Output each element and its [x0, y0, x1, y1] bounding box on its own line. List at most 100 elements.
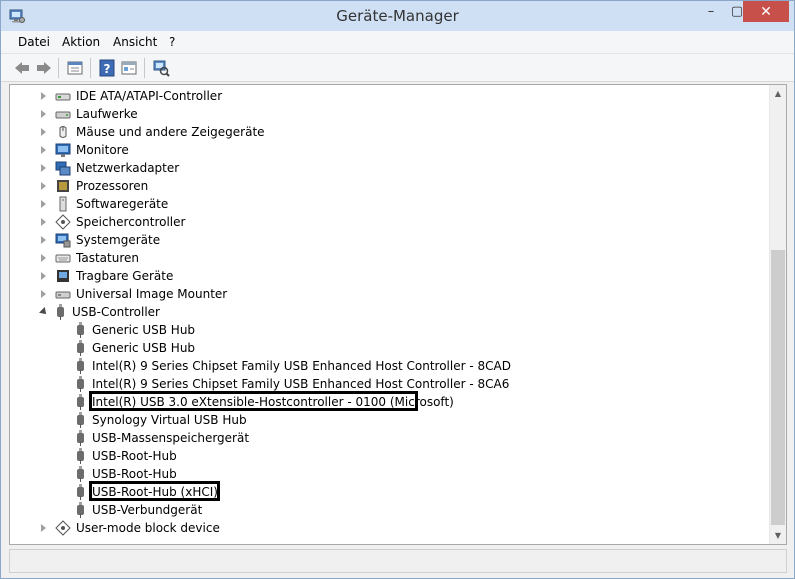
network-adapter-icon: [55, 161, 71, 176]
tree-category-label: Tragbare Geräte: [76, 269, 174, 283]
tree-category-label: Monitore: [76, 143, 129, 157]
expand-arrow-icon[interactable]: [39, 271, 49, 281]
usb-device-icon: [75, 340, 86, 356]
expand-arrow-icon[interactable]: [39, 163, 49, 173]
tree-category-label: IDE ATA/ATAPI-Controller: [76, 89, 223, 103]
tree-category-label: Systemgeräte: [76, 233, 161, 247]
expand-arrow-icon[interactable]: [39, 235, 49, 245]
usb-device-item[interactable]: USB-Root-Hub: [75, 447, 177, 465]
usb-device-label: Generic USB Hub: [92, 341, 196, 355]
usb-device-icon: [75, 358, 86, 374]
block-device-icon: [55, 520, 71, 536]
tree-category-label: Laufwerke: [76, 107, 138, 121]
tree-category-systemgeraete[interactable]: Systemgeräte: [39, 231, 160, 249]
disk-drive-icon: [55, 111, 71, 119]
back-icon[interactable]: [13, 59, 31, 77]
tree-category-label: Tastaturen: [76, 251, 139, 265]
tree-category-block-device[interactable]: User-mode block device: [39, 519, 220, 537]
usb-device-label: Intel(R) 9 Series Chipset Family USB Enh…: [92, 359, 511, 373]
tree-category-laufwerke[interactable]: Laufwerke: [39, 105, 138, 123]
usb-device-icon: [75, 484, 86, 500]
usb-device-item[interactable]: Synology Virtual USB Hub: [75, 411, 247, 429]
vertical-scrollbar[interactable]: ▲ ▼: [769, 85, 786, 544]
svg-text:?: ?: [104, 62, 111, 76]
usb-device-item[interactable]: Generic USB Hub: [75, 321, 195, 339]
tree-category-label: Universal Image Mounter: [76, 287, 228, 301]
tree-category-label: User-mode block device: [76, 521, 220, 535]
usb-device-icon: [75, 394, 86, 410]
usb-device-item[interactable]: USB-Massenspeichergerät: [75, 429, 249, 447]
menu-bar: Datei Aktion Ansicht ?: [1, 31, 794, 54]
menu-help[interactable]: ?: [169, 35, 175, 49]
scan-hardware-icon[interactable]: [152, 59, 170, 77]
usb-device-icon: [75, 466, 86, 482]
help-icon[interactable]: ?: [98, 59, 116, 77]
close-button[interactable]: ✕: [743, 1, 789, 22]
highlight-box-xhci-hub: [89, 481, 220, 501]
usb-device-label: Synology Virtual USB Hub: [92, 413, 247, 427]
scroll-up-arrow-icon[interactable]: ▲: [770, 85, 786, 102]
usb-device-icon: [75, 502, 86, 518]
processor-icon: [57, 180, 69, 192]
mouse-icon: [59, 126, 67, 138]
scroll-thumb[interactable]: [771, 250, 785, 525]
title-bar[interactable]: Geräte-Manager – ▢ ✕: [1, 1, 794, 31]
tree-category-tastaturen[interactable]: Tastaturen: [39, 249, 139, 267]
portable-device-icon: [57, 270, 69, 282]
toolbar: ?: [1, 54, 794, 82]
forward-icon[interactable]: [35, 59, 53, 77]
usb-device-label: USB-Root-Hub: [92, 467, 177, 481]
device-tree-panel: IDE ATA/ATAPI-Controller Laufwerke Mäuse…: [9, 84, 787, 545]
usb-device-label: Intel(R) 9 Series Chipset Family USB Enh…: [92, 377, 510, 391]
menu-datei[interactable]: Datei: [18, 35, 50, 49]
menu-aktion[interactable]: Aktion: [62, 35, 100, 49]
expand-arrow-icon[interactable]: [39, 145, 49, 155]
expand-arrow-icon[interactable]: [39, 181, 49, 191]
tree-category-label: USB-Controller: [72, 305, 160, 319]
tree-category-softwaregeraete[interactable]: Softwaregeräte: [39, 195, 168, 213]
expand-arrow-icon[interactable]: [39, 253, 49, 263]
tree-category-label: Prozessoren: [76, 179, 149, 193]
tree-category-usb-controller[interactable]: USB-Controller: [39, 303, 160, 321]
expand-arrow-icon[interactable]: [39, 523, 49, 533]
usb-device-item[interactable]: Generic USB Hub: [75, 339, 195, 357]
minimize-button[interactable]: –: [698, 1, 724, 22]
tree-category-monitore[interactable]: Monitore: [39, 141, 129, 159]
usb-device-item[interactable]: USB-Verbundgerät: [75, 501, 202, 519]
properties-icon[interactable]: [66, 59, 84, 77]
usb-device-label: Generic USB Hub: [92, 323, 196, 337]
tree-category-label: Netzwerkadapter: [76, 161, 180, 175]
menu-ansicht[interactable]: Ansicht: [113, 35, 157, 49]
tree-category-tragbare-geraete[interactable]: Tragbare Geräte: [39, 267, 173, 285]
collapse-arrow-icon[interactable]: [39, 307, 49, 317]
tree-category-prozessoren[interactable]: Prozessoren: [39, 177, 148, 195]
window-title: Geräte-Manager: [336, 7, 459, 25]
usb-device-icon: [75, 448, 86, 464]
expand-arrow-icon[interactable]: [39, 217, 49, 227]
image-mounter-icon: [55, 291, 71, 299]
show-hidden-icon[interactable]: [120, 59, 138, 77]
tree-category-label: Softwaregeräte: [76, 197, 169, 211]
usb-device-icon: [75, 430, 86, 446]
scroll-down-arrow-icon[interactable]: ▼: [770, 527, 786, 544]
expand-arrow-icon[interactable]: [39, 91, 49, 101]
usb-device-item[interactable]: Intel(R) 9 Series Chipset Family USB Enh…: [75, 357, 511, 375]
tree-category-speichercontroller[interactable]: Speichercontroller: [39, 213, 185, 231]
tree-category-maeuse[interactable]: Mäuse und andere Zeigegeräte: [39, 123, 265, 141]
keyboard-icon: [55, 254, 71, 263]
tree-category-ide[interactable]: IDE ATA/ATAPI-Controller: [39, 87, 222, 105]
usb-device-label: USB-Verbundgerät: [92, 503, 203, 517]
expand-arrow-icon[interactable]: [39, 199, 49, 209]
usb-icon: [55, 304, 66, 320]
software-device-icon: [59, 196, 67, 212]
monitor-icon: [55, 143, 71, 157]
status-bar: [9, 549, 787, 573]
tree-category-image-mounter[interactable]: Universal Image Mounter: [39, 285, 227, 303]
expand-arrow-icon[interactable]: [39, 127, 49, 137]
tree-category-netzwerkadapter[interactable]: Netzwerkadapter: [39, 159, 179, 177]
usb-device-label: USB-Massenspeichergerät: [92, 431, 250, 445]
expand-arrow-icon[interactable]: [39, 289, 49, 299]
device-manager-window: Geräte-Manager – ▢ ✕ Datei Aktion Ansich…: [0, 0, 795, 579]
ide-controller-icon: [55, 93, 71, 101]
expand-arrow-icon[interactable]: [39, 109, 49, 119]
